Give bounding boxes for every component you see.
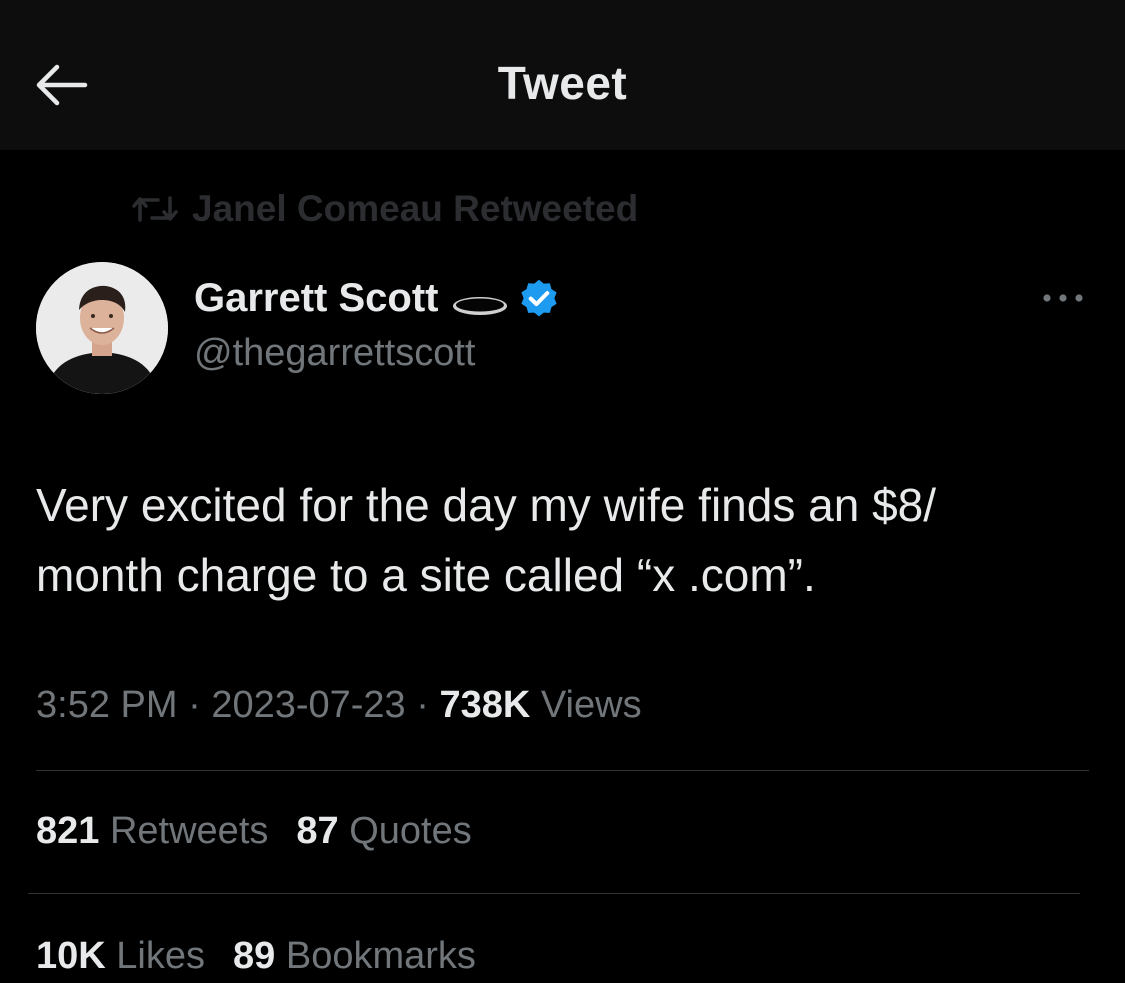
social-context-text: Janel Comeau Retweeted	[192, 188, 639, 229]
page-title: Tweet	[497, 57, 628, 109]
hole-emoji-icon	[451, 281, 509, 317]
retweets-label: Retweets	[109, 810, 269, 852]
bookmarks-label: Bookmarks	[285, 935, 476, 977]
likes-count: 10K	[36, 935, 106, 977]
retweet-icon	[132, 194, 178, 224]
author-name[interactable]: Garrett Scott	[194, 276, 439, 321]
social-context[interactable]: Janel Comeau Retweeted	[132, 188, 638, 230]
more-dots-icon	[1041, 293, 1085, 303]
tweet-date[interactable]: 2023-07-23	[211, 684, 405, 726]
top-navigation-bar: Tweet	[0, 0, 1125, 150]
tweet-meta: 3:52 PM · 2023-07-23 · 738K Views	[36, 684, 642, 727]
author-handle[interactable]: @thegarrettscott	[194, 332, 475, 375]
divider	[36, 770, 1089, 771]
bookmarks-stat[interactable]: 89 Bookmarks	[233, 935, 476, 978]
retweets-count: 821	[36, 810, 100, 852]
meta-separator: ·	[416, 684, 429, 726]
views-count: 738K	[439, 684, 531, 726]
quotes-count: 87	[296, 810, 339, 852]
engagement-stats-row: 821 Retweets 87 Quotes	[36, 810, 500, 853]
quotes-stat[interactable]: 87 Quotes	[296, 810, 471, 853]
divider	[28, 893, 1080, 894]
avatar[interactable]	[36, 262, 168, 394]
likes-label: Likes	[116, 935, 205, 977]
tweet-text-line-2: month charge to a site called “x .com”.	[36, 549, 816, 601]
more-options-button[interactable]	[1038, 278, 1088, 318]
retweets-stat[interactable]: 821 Retweets	[36, 810, 268, 853]
quotes-label: Quotes	[349, 810, 472, 852]
author-name-row: Garrett Scott	[194, 276, 561, 321]
meta-separator: ·	[188, 684, 201, 726]
verified-badge-icon[interactable]	[517, 277, 561, 321]
tweet-text: Very excited for the day my wife finds a…	[36, 470, 1086, 610]
likes-stat[interactable]: 10K Likes	[36, 935, 205, 978]
engagement-stats-row: 10K Likes 89 Bookmarks	[36, 935, 504, 978]
bookmarks-count: 89	[233, 935, 276, 977]
tweet-time[interactable]: 3:52 PM	[36, 684, 178, 726]
views-label: Views	[540, 684, 642, 726]
tweet-text-line-1: Very excited for the day my wife finds a…	[36, 479, 937, 531]
